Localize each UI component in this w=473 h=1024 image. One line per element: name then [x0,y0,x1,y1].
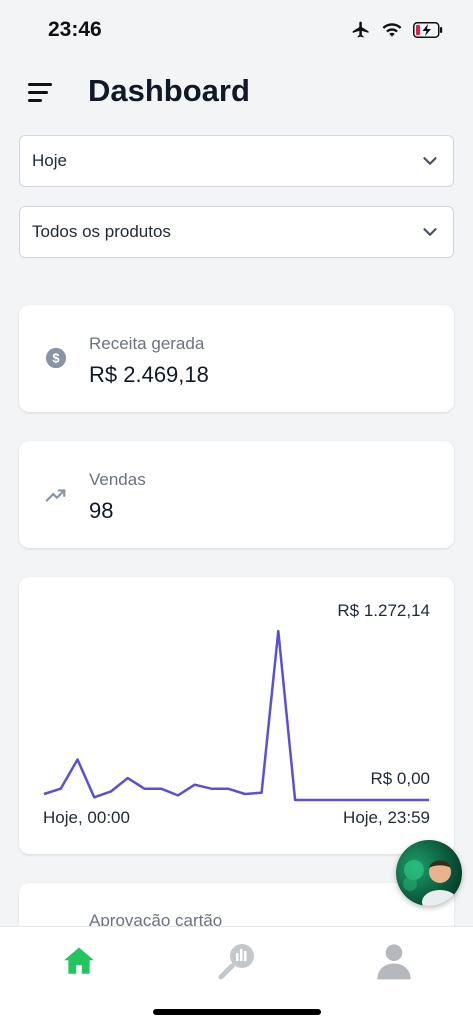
nav-profile[interactable] [370,937,418,985]
chevron-down-icon [423,228,437,236]
sales-card: Vendas 98 [19,441,454,548]
sales-label: Vendas [89,470,146,489]
battery-charging-icon [413,22,443,38]
bottom-nav [0,926,473,1024]
nav-home[interactable] [55,937,103,985]
avatar-image [396,840,462,906]
chevron-down-icon [423,157,437,165]
airplane-icon [352,21,369,38]
home-icon [64,947,94,974]
product-select[interactable]: Todos os produtos [19,206,454,258]
nav-reports[interactable] [213,937,261,985]
revenue-card: $ Receita gerada R$ 2.469,18 [19,305,454,412]
revenue-label: Receita gerada [89,334,205,353]
period-select[interactable]: Hoje [19,135,454,187]
support-avatar[interactable] [396,840,462,906]
sales-value: 98 [89,498,114,523]
period-select-value: Hoje [32,151,67,170]
revenue-chart-card: R$ 1.272,14 R$ 0,00 Hoje, 00:00 Hoje, 23… [19,577,454,854]
chart-x-end-label: Hoje, 23:59 [343,808,430,827]
chart-min-label: R$ 0,00 [370,769,430,788]
product-select-value: Todos os produtos [32,222,171,241]
chart-x-start-label: Hoje, 00:00 [43,808,130,827]
revenue-value: R$ 2.469,18 [89,362,209,387]
menu-icon[interactable] [28,78,58,106]
status-time: 23:46 [48,18,102,41]
chart-max-label: R$ 1.272,14 [337,601,430,620]
status-bar: 23:46 [0,0,473,62]
status-icons [351,20,443,40]
header: Dashboard [0,66,473,118]
search-chart-icon [218,944,254,980]
home-indicator [153,1009,321,1015]
svg-text:$: $ [52,351,59,366]
dollar-circle-icon: $ [45,347,67,369]
page-title: Dashboard [88,73,250,108]
wifi-icon [382,23,402,37]
user-icon [377,944,411,980]
trending-up-icon [45,489,66,502]
